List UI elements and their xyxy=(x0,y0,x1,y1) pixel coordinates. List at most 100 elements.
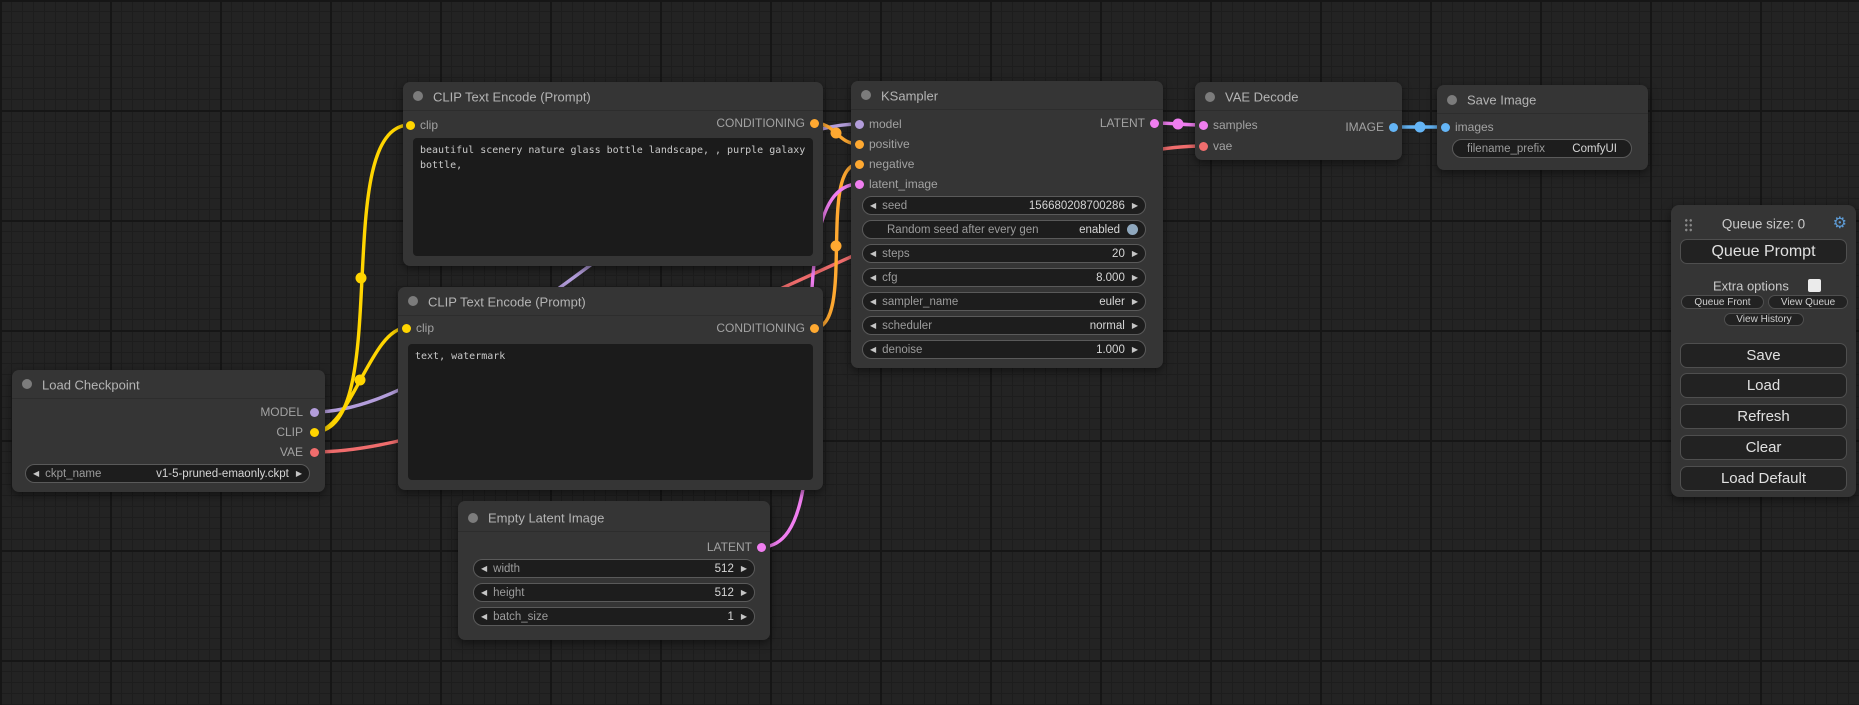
node-clip-text-encode-negative[interactable]: CLIP Text Encode (Prompt) clip CONDITION… xyxy=(398,287,823,490)
output-label-clip: CLIP xyxy=(276,425,303,439)
denoise-widget[interactable]: ◀ denoise 1.000 ▶ xyxy=(862,340,1146,359)
node-ksampler[interactable]: KSampler model positive negative latent_… xyxy=(851,81,1163,368)
decrement-arrow-icon[interactable]: ◀ xyxy=(870,298,876,306)
view-queue-button[interactable]: View Queue xyxy=(1768,295,1848,309)
node-vae-decode[interactable]: VAE Decode samples vae IMAGE xyxy=(1195,82,1402,160)
widget-label: ckpt_name xyxy=(45,468,101,480)
width-widget[interactable]: ◀ width 512 ▶ xyxy=(473,559,755,578)
output-label-vae: VAE xyxy=(280,445,303,459)
clear-button[interactable]: Clear xyxy=(1680,435,1847,460)
batch-size-widget[interactable]: ◀ batch_size 1 ▶ xyxy=(473,607,755,626)
increment-arrow-icon[interactable]: ▶ xyxy=(1132,274,1138,282)
output-port-model[interactable] xyxy=(310,408,319,417)
output-port-latent[interactable] xyxy=(757,543,766,552)
increment-arrow-icon[interactable]: ▶ xyxy=(741,565,747,573)
collapse-dot-icon[interactable] xyxy=(1447,95,1457,105)
widget-value: 1 xyxy=(727,611,733,623)
node-title-bar[interactable]: Empty Latent Image xyxy=(458,501,770,532)
node-load-checkpoint[interactable]: Load Checkpoint MODEL CLIP VAE ◀ ckpt_na… xyxy=(12,370,325,492)
decrement-arrow-icon[interactable]: ◀ xyxy=(870,202,876,210)
output-port-latent[interactable] xyxy=(1150,119,1159,128)
save-button[interactable]: Save xyxy=(1680,343,1847,368)
decrement-arrow-icon[interactable]: ◀ xyxy=(481,589,487,597)
increment-arrow-icon[interactable]: ▶ xyxy=(741,613,747,621)
input-label-latent-image: latent_image xyxy=(869,177,938,191)
node-graph-canvas[interactable]: Load Checkpoint MODEL CLIP VAE ◀ ckpt_na… xyxy=(0,0,1859,705)
collapse-dot-icon[interactable] xyxy=(468,513,478,523)
input-port-vae[interactable] xyxy=(1199,142,1208,151)
collapse-dot-icon[interactable] xyxy=(1205,92,1215,102)
collapse-dot-icon[interactable] xyxy=(861,90,871,100)
height-widget[interactable]: ◀ height 512 ▶ xyxy=(473,583,755,602)
input-port-clip[interactable] xyxy=(402,324,411,333)
view-history-button[interactable]: View History xyxy=(1724,313,1804,326)
node-title-bar[interactable]: Load Checkpoint xyxy=(12,370,325,399)
decrement-arrow-icon[interactable]: ◀ xyxy=(870,346,876,354)
node-title: Load Checkpoint xyxy=(42,378,140,393)
sampler-name-widget[interactable]: ◀ sampler_name euler ▶ xyxy=(862,292,1146,311)
gear-icon[interactable]: ⚙ xyxy=(1833,216,1847,232)
node-save-image[interactable]: Save Image images filename_prefix ComfyU… xyxy=(1437,85,1648,170)
increment-arrow-icon[interactable]: ▶ xyxy=(1132,322,1138,330)
output-port-conditioning[interactable] xyxy=(810,324,819,333)
decrement-arrow-icon[interactable]: ◀ xyxy=(870,274,876,282)
decrement-arrow-icon[interactable]: ◀ xyxy=(481,565,487,573)
node-title-bar[interactable]: CLIP Text Encode (Prompt) xyxy=(403,82,823,111)
input-port-clip[interactable] xyxy=(406,121,415,130)
output-port-clip[interactable] xyxy=(310,428,319,437)
increment-arrow-icon[interactable]: ▶ xyxy=(1132,202,1138,210)
input-port-samples[interactable] xyxy=(1199,121,1208,130)
decrement-arrow-icon[interactable]: ◀ xyxy=(870,322,876,330)
queue-size-label: Queue size: 0 xyxy=(1671,217,1856,232)
output-port-image[interactable] xyxy=(1389,123,1398,132)
seed-widget[interactable]: ◀ seed 156680208700286 ▶ xyxy=(862,196,1146,215)
increment-arrow-icon[interactable]: ▶ xyxy=(1132,250,1138,258)
node-title-bar[interactable]: Save Image xyxy=(1437,85,1648,114)
input-port-negative[interactable] xyxy=(855,160,864,169)
filename-prefix-widget[interactable]: filename_prefix ComfyUI xyxy=(1452,139,1632,158)
cfg-widget[interactable]: ◀ cfg 8.000 ▶ xyxy=(862,268,1146,287)
queue-front-button[interactable]: Queue Front xyxy=(1681,295,1764,309)
steps-widget[interactable]: ◀ steps 20 ▶ xyxy=(862,244,1146,263)
refresh-button[interactable]: Refresh xyxy=(1680,404,1847,429)
widget-value: enabled xyxy=(1079,224,1120,236)
scheduler-widget[interactable]: ◀ scheduler normal ▶ xyxy=(862,316,1146,335)
queue-prompt-button[interactable]: Queue Prompt xyxy=(1680,239,1847,264)
increment-arrow-icon[interactable]: ▶ xyxy=(741,589,747,597)
input-port-positive[interactable] xyxy=(855,140,864,149)
increment-arrow-icon[interactable]: ▶ xyxy=(1132,346,1138,354)
increment-arrow-icon[interactable]: ▶ xyxy=(1132,298,1138,306)
node-clip-text-encode-positive[interactable]: CLIP Text Encode (Prompt) clip CONDITION… xyxy=(403,82,823,266)
input-label-vae: vae xyxy=(1213,139,1232,153)
link-midpoint-dot xyxy=(1415,122,1426,133)
increment-arrow-icon[interactable]: ▶ xyxy=(296,470,302,478)
node-empty-latent-image[interactable]: Empty Latent Image LATENT ◀ width 512 ▶ … xyxy=(458,501,770,640)
decrement-arrow-icon[interactable]: ◀ xyxy=(481,613,487,621)
widget-value: v1-5-pruned-emaonly.ckpt xyxy=(156,468,289,480)
output-port-vae[interactable] xyxy=(310,448,319,457)
ckpt-name-widget[interactable]: ◀ ckpt_name v1-5-pruned-emaonly.ckpt ▶ xyxy=(25,464,310,483)
widget-label: filename_prefix xyxy=(1467,143,1545,155)
input-port-latent-image[interactable] xyxy=(855,180,864,189)
input-port-model[interactable] xyxy=(855,120,864,129)
decrement-arrow-icon[interactable]: ◀ xyxy=(33,470,39,478)
load-default-button[interactable]: Load Default xyxy=(1680,466,1847,491)
random-seed-toggle-widget[interactable]: Random seed after every gen enabled xyxy=(862,220,1146,239)
node-title-bar[interactable]: CLIP Text Encode (Prompt) xyxy=(398,287,823,316)
collapse-dot-icon[interactable] xyxy=(22,379,32,389)
node-title: CLIP Text Encode (Prompt) xyxy=(428,295,586,310)
toggle-enabled-icon[interactable] xyxy=(1127,224,1138,235)
prompt-textarea[interactable]: text, watermark xyxy=(408,344,813,480)
load-button[interactable]: Load xyxy=(1680,373,1847,398)
output-port-conditioning[interactable] xyxy=(810,119,819,128)
decrement-arrow-icon[interactable]: ◀ xyxy=(870,250,876,258)
collapse-dot-icon[interactable] xyxy=(408,296,418,306)
extra-options-checkbox[interactable] xyxy=(1808,279,1821,292)
input-label-clip: clip xyxy=(416,321,434,335)
node-title-bar[interactable]: KSampler xyxy=(851,81,1163,110)
input-port-images[interactable] xyxy=(1441,123,1450,132)
prompt-textarea[interactable]: beautiful scenery nature glass bottle la… xyxy=(413,138,813,256)
output-label-latent: LATENT xyxy=(707,540,752,554)
node-title-bar[interactable]: VAE Decode xyxy=(1195,82,1402,111)
collapse-dot-icon[interactable] xyxy=(413,91,423,101)
